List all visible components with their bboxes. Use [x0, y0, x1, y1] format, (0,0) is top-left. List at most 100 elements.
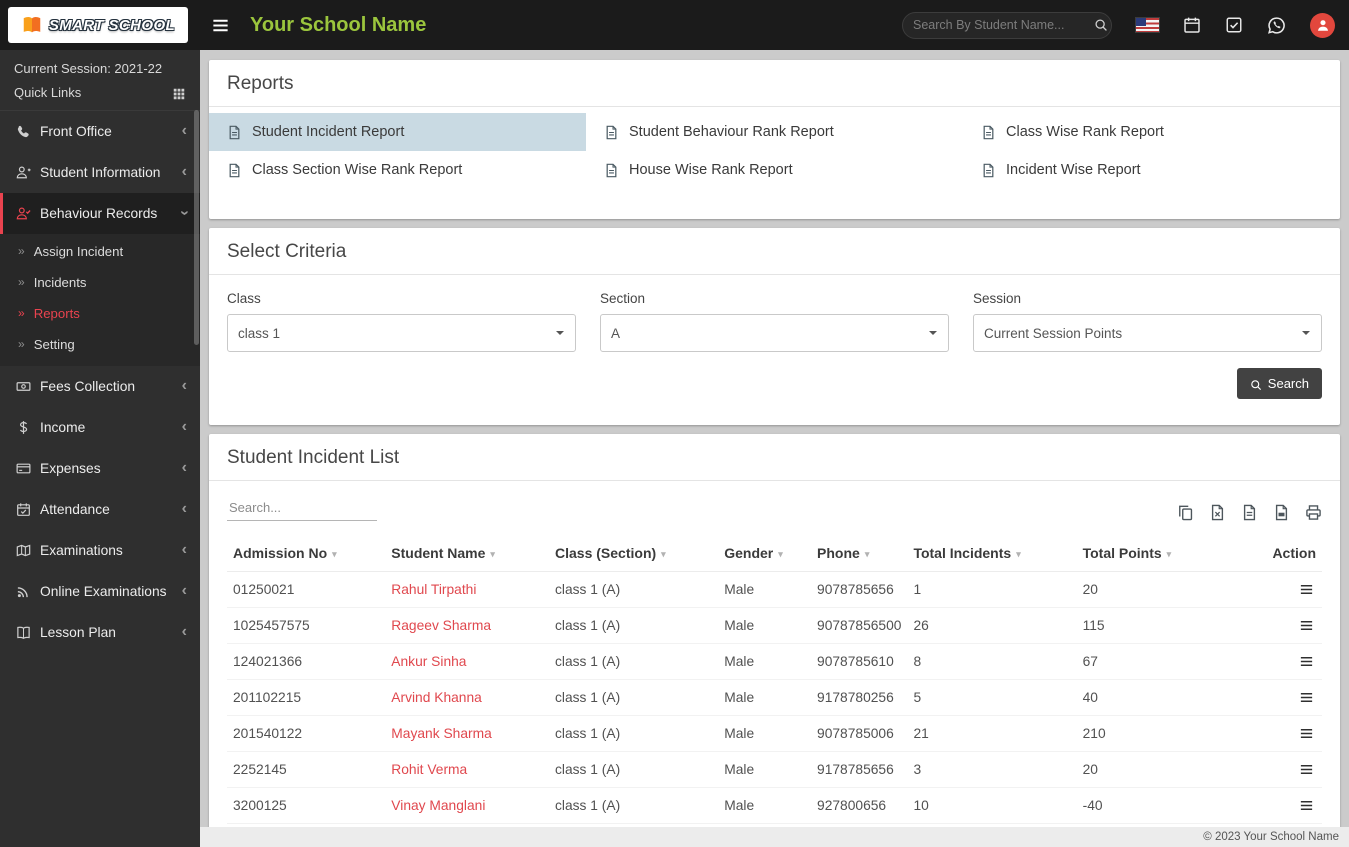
- table-search-input[interactable]: [227, 495, 377, 521]
- sidebar-item-front-office[interactable]: Front Office ‹: [0, 111, 200, 152]
- row-action-menu-icon[interactable]: [1297, 688, 1316, 707]
- column-admission-no[interactable]: Admission No ▾: [227, 535, 386, 572]
- sidebar-item-label: Front Office: [40, 123, 112, 139]
- cell-total-incidents: 26: [907, 607, 1077, 644]
- menu-icon[interactable]: [211, 16, 230, 35]
- class-label: Class: [227, 291, 261, 306]
- session-label: Session: [973, 291, 1022, 306]
- brand-name: SMART SCHOOL: [48, 16, 176, 34]
- calendar-icon[interactable]: [1183, 16, 1201, 34]
- sidebar-item-behaviour-records[interactable]: Behaviour Records ‹: [0, 192, 200, 234]
- row-action-menu-icon[interactable]: [1297, 616, 1316, 635]
- student-name-link[interactable]: Vinay Manglani: [391, 798, 485, 813]
- search-button[interactable]: Search: [1236, 368, 1322, 399]
- calendar-check-icon: [16, 502, 40, 517]
- sidebar-subitem-assign-incident[interactable]: » Assign Incident: [0, 236, 200, 267]
- cell-admission-no: 3200125: [227, 787, 386, 824]
- report-link[interactable]: Student Incident Report: [209, 113, 586, 151]
- sidebar-item-expenses[interactable]: Expenses ‹: [0, 448, 200, 489]
- cell-gender: Male: [718, 607, 812, 644]
- cell-class-section: class 1 (A): [549, 571, 719, 608]
- us-flag-icon[interactable]: [1136, 18, 1159, 32]
- report-link[interactable]: Class Section Wise Rank Report: [209, 151, 586, 189]
- column-class-section[interactable]: Class (Section) ▾: [549, 535, 719, 572]
- sidebar-item-lesson-plan[interactable]: Lesson Plan ‹: [0, 612, 200, 653]
- report-link[interactable]: Class Wise Rank Report: [963, 113, 1340, 151]
- sidebar-subitem-setting[interactable]: » Setting: [0, 329, 200, 360]
- column-gender[interactable]: Gender ▾: [718, 535, 812, 572]
- quick-links[interactable]: Quick Links: [14, 85, 186, 101]
- search-icon[interactable]: [1084, 18, 1112, 32]
- sidebar-item-examinations[interactable]: Examinations ‹: [0, 530, 200, 571]
- csv-icon[interactable]: [1241, 504, 1258, 521]
- report-link[interactable]: House Wise Rank Report: [586, 151, 963, 189]
- session-field: Session Current Session Points: [973, 291, 1322, 352]
- subitem-label: Assign Incident: [33, 243, 124, 259]
- cell-admission-no: 01250021: [227, 571, 386, 608]
- student-search-box: [902, 11, 1112, 39]
- cell-gender: Male: [718, 787, 812, 824]
- report-link[interactable]: Student Behaviour Rank Report: [586, 113, 963, 151]
- class-select[interactable]: class 1: [227, 314, 576, 352]
- cell-admission-no: 124021366: [227, 643, 386, 680]
- pdf-icon[interactable]: [1273, 504, 1290, 521]
- sidebar-subitem-incidents[interactable]: » Incidents: [0, 267, 200, 298]
- report-link-label: Student Behaviour Rank Report: [629, 124, 834, 140]
- sidebar-item-label: Behaviour Records: [40, 205, 158, 221]
- sidebar-item-online-examinations[interactable]: Online Examinations ‹: [0, 571, 200, 612]
- sidebar-item-fees-collection[interactable]: Fees Collection ‹: [0, 366, 200, 407]
- column-phone[interactable]: Phone ▾: [811, 535, 908, 572]
- copy-icon[interactable]: [1177, 504, 1194, 521]
- school-name-title: Your School Name: [250, 13, 427, 36]
- row-action-menu-icon[interactable]: [1297, 796, 1316, 815]
- sort-icon: ▾: [332, 549, 337, 559]
- cell-total-points: 67: [1076, 643, 1235, 680]
- table-row: 3200125 Vinay Manglani class 1 (A) Male …: [227, 787, 1322, 824]
- row-action-menu-icon[interactable]: [1297, 724, 1316, 743]
- session-select[interactable]: Current Session Points: [973, 314, 1322, 352]
- sidebar-item-student-information[interactable]: Student Information ‹: [0, 152, 200, 193]
- user-avatar[interactable]: [1310, 12, 1335, 38]
- report-link[interactable]: Incident Wise Report: [963, 151, 1340, 189]
- student-search-input[interactable]: [903, 18, 1084, 32]
- student-name-link[interactable]: Rahul Tirpathi: [391, 582, 476, 597]
- column-total-incidents[interactable]: Total Incidents ▾: [907, 535, 1077, 572]
- report-link-label: Class Section Wise Rank Report: [252, 162, 463, 178]
- column-student-name[interactable]: Student Name ▾: [385, 535, 550, 572]
- row-action-menu-icon[interactable]: [1297, 652, 1316, 671]
- tasks-icon[interactable]: [1225, 16, 1243, 34]
- chevron-left-icon: ‹: [181, 582, 187, 600]
- file-text-icon: [227, 163, 242, 178]
- student-name-link[interactable]: Arvind Khanna: [391, 690, 482, 705]
- reports-card-header: Reports: [209, 60, 1340, 107]
- angle-double-right-icon: »: [18, 275, 25, 290]
- sidebar-item-attendance[interactable]: Attendance ‹: [0, 489, 200, 530]
- chevron-left-icon: ‹: [181, 623, 187, 641]
- table-row: 2252145 Rohit Verma class 1 (A) Male 917…: [227, 751, 1322, 788]
- row-action-menu-icon[interactable]: [1297, 580, 1316, 599]
- sort-icon: ▾: [864, 549, 870, 559]
- sidebar-subitem-reports[interactable]: » Reports: [0, 298, 200, 329]
- sidebar-scrollbar[interactable]: [194, 110, 199, 345]
- list-title: Student Incident List: [227, 447, 400, 468]
- cell-total-points: 20: [1076, 571, 1235, 608]
- whatsapp-icon[interactable]: [1267, 16, 1286, 35]
- student-name-link[interactable]: Rohit Verma: [391, 762, 467, 777]
- app-logo[interactable]: SMART SCHOOL: [8, 7, 188, 43]
- sidebar-item-income[interactable]: Income ‹: [0, 407, 200, 448]
- student-name-link[interactable]: Ankur Sinha: [391, 654, 466, 669]
- print-icon[interactable]: [1305, 504, 1322, 521]
- class-select-wrap: class 1: [227, 314, 576, 352]
- row-action-menu-icon[interactable]: [1297, 760, 1316, 779]
- chevron-left-icon: ‹: [181, 541, 187, 559]
- section-select[interactable]: A: [600, 314, 949, 352]
- cell-phone: 90787856500: [811, 607, 908, 644]
- cell-class-section: class 1 (A): [549, 787, 719, 824]
- angle-double-right-icon: »: [18, 306, 25, 321]
- student-name-link[interactable]: Rageev Sharma: [391, 618, 491, 633]
- student-name-link[interactable]: Mayank Sharma: [391, 726, 491, 741]
- excel-icon[interactable]: [1209, 504, 1226, 521]
- subitem-label: Setting: [33, 336, 75, 352]
- column-total-points[interactable]: Total Points ▾: [1076, 535, 1235, 572]
- quick-links-label: Quick Links: [14, 85, 82, 101]
